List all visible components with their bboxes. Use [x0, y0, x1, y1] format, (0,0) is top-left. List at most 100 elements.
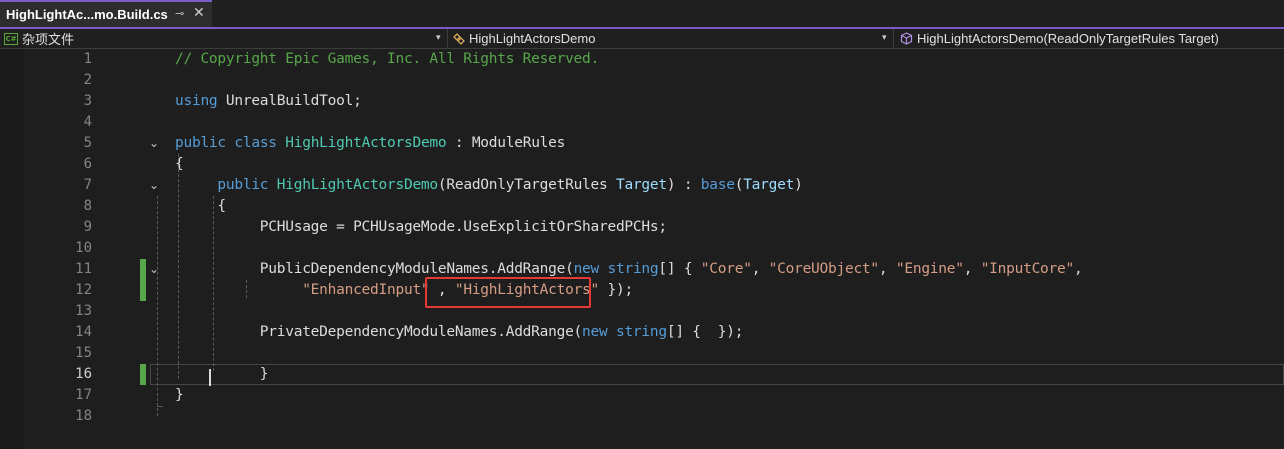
code-line[interactable]: 2 [0, 70, 1284, 91]
fold-chevron-icon[interactable]: ⌄ [149, 133, 159, 154]
code-line[interactable]: 13 [0, 301, 1284, 322]
csharp-file-icon: C# [4, 32, 18, 45]
code-token: UnrealBuildTool; [217, 93, 362, 109]
code-text: PCHUsage = PCHUsageMode.UseExplicitOrSha… [175, 217, 667, 238]
class-icon [453, 32, 465, 45]
code-text: public class HighLightActorsDemo : Modul… [175, 133, 565, 154]
code-token: ) [794, 177, 803, 193]
chevron-down-icon[interactable]: ▾ [882, 29, 887, 48]
code-line[interactable]: 16 } [0, 364, 1284, 385]
code-line[interactable]: 8 { [0, 196, 1284, 217]
fold-chevron-icon[interactable]: ⌄ [149, 175, 159, 196]
code-token: , [963, 261, 981, 277]
code-line[interactable]: 6{ [0, 154, 1284, 175]
code-text: PrivateDependencyModuleNames.AddRange(ne… [175, 322, 744, 343]
line-number: 8 [83, 198, 92, 214]
code-token: new [582, 324, 608, 340]
code-token: PCHUsage = PCHUsageMode.UseExplicitOrSha… [175, 219, 667, 235]
code-token: string [615, 324, 667, 340]
navigation-bar: C# 杂项文件 ▾ HighLightActorsDemo ▾ HighLigh… [0, 29, 1284, 49]
code-token: , [878, 261, 896, 277]
line-number: 9 [83, 219, 92, 235]
member-label: HighLightActorsDemo(ReadOnlyTargetRules … [917, 31, 1219, 46]
code-line[interactable]: 3 using UnrealBuildTool; [0, 91, 1284, 112]
code-token: , [1073, 261, 1083, 277]
code-token: class [234, 135, 277, 151]
code-token: [] { }); [666, 324, 744, 340]
code-token: : ModuleRules [446, 135, 566, 151]
line-number: 6 [83, 156, 92, 172]
code-token: "Core" [700, 261, 752, 277]
code-token: } [175, 366, 269, 382]
code-token: , [751, 261, 769, 277]
code-token: base [700, 177, 735, 193]
code-line[interactable]: 10 [0, 238, 1284, 259]
code-token: ( [734, 177, 744, 193]
line-number: 14 [75, 324, 92, 340]
line-number: 16 [75, 366, 92, 382]
document-tab[interactable]: HighLightAc...mo.Build.cs ⊸ ✕ [0, 0, 212, 27]
code-token: { [175, 156, 184, 172]
code-text: // Copyright Epic Games, Inc. All Rights… [175, 49, 599, 70]
code-text: { [175, 196, 226, 217]
code-text: { [175, 154, 184, 175]
close-icon[interactable]: ✕ [193, 5, 205, 21]
code-line[interactable]: 12 "EnhancedInput" , "HighLightActors" }… [0, 280, 1284, 301]
code-token: PublicDependencyModuleNames.AddRange( [175, 261, 574, 277]
nav-divider [447, 29, 448, 48]
code-line[interactable]: 14 PrivateDependencyModuleNames.AddRange… [0, 322, 1284, 343]
code-token: "EnhancedInput" [302, 282, 430, 298]
line-number: 7 [83, 177, 92, 193]
code-text: } [175, 385, 184, 406]
code-token: public [217, 177, 269, 193]
code-token: new [573, 261, 600, 277]
code-line[interactable]: 18 [0, 406, 1284, 427]
code-token: [] { [658, 261, 701, 277]
line-number: 3 [83, 93, 92, 109]
code-token: "InputCore" [980, 261, 1075, 277]
code-token: public [175, 135, 226, 151]
pin-icon[interactable]: ⊸ [175, 7, 184, 20]
code-token: string [607, 261, 659, 277]
code-token: HighLightActorsDemo [276, 177, 438, 193]
fold-chevron-icon[interactable]: ⌄ [149, 259, 159, 280]
code-line[interactable]: 4 [0, 112, 1284, 133]
project-label: 杂项文件 [22, 32, 75, 47]
code-token: } [175, 387, 184, 403]
code-token: // Copyright Epic Games, Inc. All Rights… [175, 51, 599, 67]
line-number: 13 [75, 303, 92, 319]
code-text: PublicDependencyModuleNames.AddRange(new… [175, 259, 1083, 280]
line-number: 15 [75, 345, 92, 361]
line-number: 2 [83, 72, 92, 88]
code-token: Target [743, 177, 795, 193]
line-number: 5 [83, 135, 92, 151]
line-number: 12 [75, 282, 92, 298]
code-text: } [175, 364, 269, 385]
code-token: "Engine" [895, 261, 964, 277]
nav-divider [893, 29, 894, 48]
project-dropdown[interactable]: C# 杂项文件 [4, 29, 444, 48]
tab-title: HighLightAc...mo.Build.cs [6, 7, 168, 22]
method-cube-icon [900, 32, 913, 45]
code-line[interactable]: 5 ⌄ public class HighLightActorsDemo : Mod… [0, 133, 1284, 154]
type-label: HighLightActorsDemo [469, 31, 596, 46]
code-line[interactable]: 1 // Copyright Epic Games, Inc. All Right… [0, 49, 1284, 70]
code-token: }); [599, 282, 633, 298]
type-dropdown[interactable]: HighLightActorsDemo [452, 29, 887, 48]
member-dropdown[interactable]: HighLightActorsDemo(ReadOnlyTargetRules … [900, 29, 1280, 48]
code-line[interactable]: 15 [0, 343, 1284, 364]
code-token: HighLightActorsDemo [285, 135, 447, 151]
chevron-down-icon[interactable]: ▾ [436, 29, 441, 48]
line-number: 4 [83, 114, 92, 130]
code-line[interactable]: 17} [0, 385, 1284, 406]
code-line[interactable]: 7 ⌄ public HighLightActorsDemo(ReadOnlyTa… [0, 175, 1284, 196]
code-line[interactable]: 9 PCHUsage = PCHUsageMode.UseExplicitOrS… [0, 217, 1284, 238]
code-line[interactable]: 11 ⌄ PublicDependencyModuleNames.AddRange… [0, 259, 1284, 280]
code-editor[interactable]: 1 // Copyright Epic Games, Inc. All Right… [0, 49, 1284, 449]
